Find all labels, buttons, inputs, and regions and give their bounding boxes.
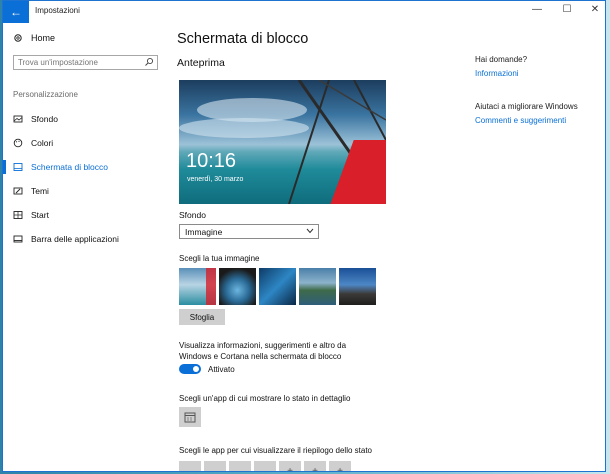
sidebar-nav: Sfondo Colori Schermata di blocco Temi S…: [3, 107, 163, 251]
palette-icon: [13, 138, 23, 148]
detail-app-slot[interactable]: [179, 407, 201, 427]
preview-heading: Anteprima: [177, 57, 225, 69]
summary-app-slot[interactable]: [254, 461, 276, 471]
search-box[interactable]: [13, 55, 158, 70]
page-title: Schermata di blocco: [177, 31, 309, 47]
chevron-down-icon: [306, 228, 314, 234]
home-label: Home: [31, 33, 56, 43]
background-label: Sfondo: [179, 210, 206, 220]
lock-screen-icon: [13, 163, 23, 171]
improve-heading: Aiutaci a migliorare Windows: [475, 102, 578, 111]
summary-app-slot[interactable]: [229, 461, 251, 471]
sidebar-item-schermata-di-blocco[interactable]: Schermata di blocco: [3, 155, 163, 179]
image-thumbnail[interactable]: [339, 268, 376, 305]
image-thumbnails: [179, 268, 376, 305]
settings-window: ← Impostazioni — ☐ ✕ Home Personalizzazi…: [2, 0, 606, 472]
start-icon: [13, 211, 23, 219]
search-icon: [145, 57, 154, 66]
summary-app-slot[interactable]: +: [304, 461, 326, 471]
gear-icon: [14, 34, 22, 42]
info-toggle[interactable]: [179, 364, 201, 374]
image-thumbnail[interactable]: [299, 268, 336, 305]
calendar-icon: [184, 412, 196, 423]
sidebar-item-colori[interactable]: Colori: [3, 131, 163, 155]
toggle-state-label: Attivato: [208, 364, 235, 374]
minimize-button[interactable]: —: [525, 4, 549, 15]
image-thumbnail[interactable]: [179, 268, 216, 305]
sidebar-item-start[interactable]: Start: [3, 203, 163, 227]
sidebar-item-barra-delle-applicazioni[interactable]: Barra delle applicazioni: [3, 227, 163, 251]
summary-apps-label: Scegli le app per cui visualizzare il ri…: [179, 446, 372, 455]
close-button[interactable]: ✕: [583, 4, 605, 15]
sidebar-item-temi[interactable]: Temi: [3, 179, 163, 203]
summary-apps-row: + + +: [179, 461, 351, 471]
background-value: Immagine: [185, 227, 223, 237]
detail-app-label: Scegli un'app di cui mostrare lo stato i…: [179, 394, 351, 403]
summary-app-slot[interactable]: [204, 461, 226, 471]
search-input[interactable]: [18, 56, 138, 69]
question-heading: Hai domande?: [475, 55, 528, 64]
preview-clock: 10:16: [186, 150, 237, 172]
taskbar-icon: [13, 235, 23, 243]
info-toggle-row: Attivato: [179, 364, 235, 374]
browse-button[interactable]: Sfoglia: [179, 309, 225, 325]
sidebar-item-label: Sfondo: [31, 114, 58, 124]
choose-image-label: Scegli la tua immagine: [179, 254, 260, 263]
sidebar-item-sfondo[interactable]: Sfondo: [3, 107, 163, 131]
summary-app-slot[interactable]: +: [329, 461, 351, 471]
brush-icon: [13, 187, 23, 195]
background-dropdown[interactable]: Immagine: [179, 224, 319, 239]
sidebar-item-label: Temi: [31, 186, 49, 196]
feedback-link[interactable]: Commenti e suggerimenti: [475, 116, 566, 125]
info-link[interactable]: Informazioni: [475, 69, 519, 78]
home-link[interactable]: Home: [13, 33, 55, 43]
window-title: Impostazioni: [35, 6, 80, 15]
summary-app-slot[interactable]: +: [279, 461, 301, 471]
title-bar: ← Impostazioni — ☐ ✕: [3, 1, 605, 23]
preview-date: venerdì, 30 marzo: [187, 176, 244, 183]
sidebar-item-label: Start: [31, 210, 49, 220]
info-description: Visualizza informazioni, suggerimenti e …: [179, 341, 347, 361]
section-heading: Personalizzazione: [13, 90, 78, 99]
back-button[interactable]: ←: [3, 1, 29, 23]
picture-icon: [13, 115, 23, 123]
image-thumbnail[interactable]: [219, 268, 256, 305]
maximize-button[interactable]: ☐: [555, 4, 579, 15]
lock-screen-preview: 10:16 venerdì, 30 marzo: [179, 80, 386, 204]
sidebar: Home Personalizzazione Sfondo: [3, 23, 163, 471]
sidebar-item-label: Barra delle applicazioni: [31, 234, 119, 244]
main-content: Schermata di blocco Anteprima 10:16 vene…: [177, 23, 447, 471]
summary-app-slot[interactable]: [179, 461, 201, 471]
image-thumbnail[interactable]: [259, 268, 296, 305]
sidebar-item-label: Schermata di blocco: [31, 162, 109, 172]
sidebar-item-label: Colori: [31, 138, 54, 148]
